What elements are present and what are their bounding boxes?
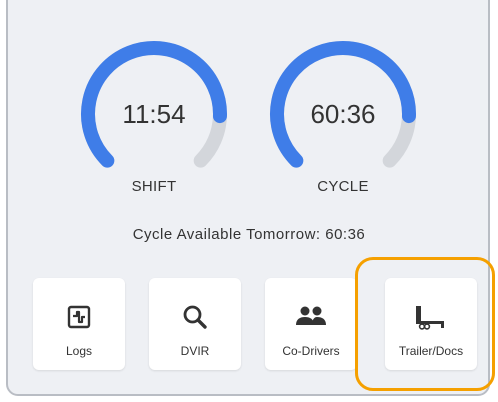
cycle-gauge: 60:36 [267, 38, 419, 190]
dvir-label: DVIR [180, 344, 210, 358]
cycle-gauge-label: CYCLE [317, 178, 369, 195]
search-icon [149, 302, 241, 332]
shift-gauge-label: SHIFT [131, 178, 177, 195]
co-drivers-label: Co-Drivers [282, 344, 340, 358]
cycle-available-text: Cycle Available Tomorrow: 60:36 [132, 226, 366, 243]
logs-button[interactable]: Logs [33, 278, 125, 370]
trailer-docs-label: Trailer/Docs [398, 344, 464, 358]
people-icon [265, 302, 357, 332]
cycle-gauge-value: 60:36 [310, 98, 376, 129]
dvir-button[interactable]: DVIR [149, 278, 241, 370]
trailer-docs-button[interactable]: Trailer/Docs [385, 278, 477, 370]
trailer-icon [385, 302, 477, 332]
shift-gauge-value: 11:54 [122, 98, 186, 129]
shift-gauge: 11:54 [78, 38, 230, 190]
logs-icon [33, 302, 125, 332]
co-drivers-button[interactable]: Co-Drivers [265, 278, 357, 370]
logs-label: Logs [65, 344, 93, 358]
